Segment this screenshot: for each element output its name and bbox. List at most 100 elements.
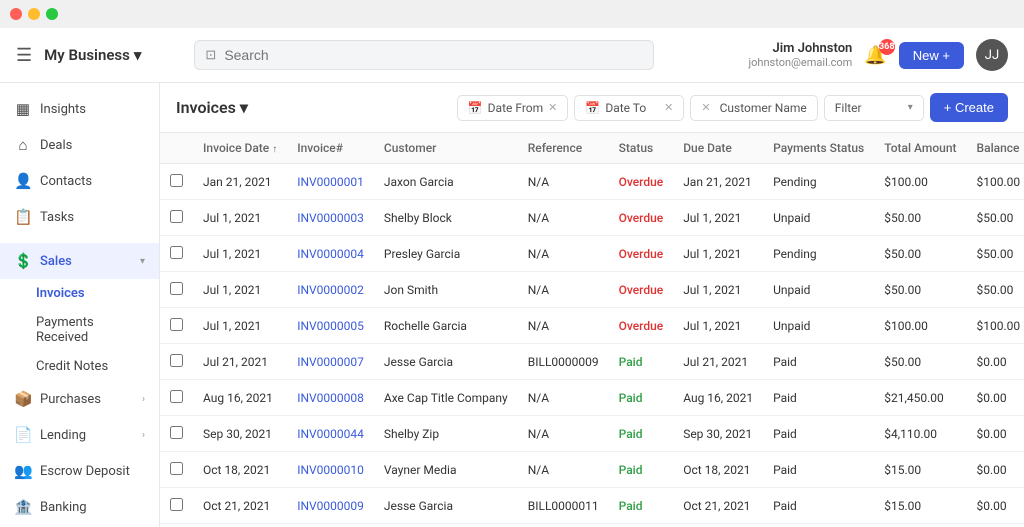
row-checkbox[interactable]	[170, 390, 183, 403]
brand[interactable]: My Business ▾	[44, 46, 141, 64]
cell-balance: $50.00	[967, 236, 1024, 272]
notification-badge: 368	[879, 39, 895, 55]
row-checkbox[interactable]	[170, 246, 183, 259]
deals-icon: ⌂	[14, 136, 32, 154]
sidebar-item-contacts[interactable]: 👤 Contacts	[0, 163, 159, 199]
date-to-clear-icon[interactable]: ✕	[664, 101, 673, 114]
row-checkbox[interactable]	[170, 174, 183, 187]
row-checkbox[interactable]	[170, 498, 183, 511]
col-customer[interactable]: Customer	[374, 133, 518, 164]
cell-invoice-num[interactable]: INV0000001	[287, 164, 374, 200]
row-checkbox-cell[interactable]	[160, 308, 193, 344]
cell-balance: $0.00	[967, 524, 1024, 527]
cell-invoice-num[interactable]: INV0000003	[287, 200, 374, 236]
minimize-button[interactable]	[28, 8, 40, 20]
date-from-clear-icon[interactable]: ✕	[548, 101, 557, 114]
customer-name-filter[interactable]: ✕ Customer Name	[690, 95, 817, 121]
cell-invoice-num[interactable]: INV0000002	[287, 272, 374, 308]
row-checkbox-cell[interactable]	[160, 236, 193, 272]
cell-status: Paid	[609, 380, 674, 416]
invoices-title[interactable]: Invoices ▾	[176, 98, 248, 117]
search-input[interactable]	[224, 47, 643, 63]
cell-invoice-num[interactable]: INV0000004	[287, 236, 374, 272]
filter-group: 📅 Date From ✕ 📅 Date To ✕ ✕ Customer Nam…	[457, 93, 1008, 122]
cell-due-date: Jul 1, 2021	[673, 308, 763, 344]
sidebar-item-banking[interactable]: 🏦 Banking	[0, 489, 159, 525]
sidebar-item-purchases[interactable]: 📦 Purchases ›	[0, 381, 159, 417]
row-checkbox-cell[interactable]	[160, 272, 193, 308]
cell-invoice-date: Oct 25, 2021	[193, 524, 287, 527]
cell-due-date: Aug 16, 2021	[673, 380, 763, 416]
filter-label: Filter	[835, 101, 862, 115]
table-row: Sep 30, 2021 INV0000044 Shelby Zip N/A P…	[160, 416, 1024, 452]
col-payment-status[interactable]: Payments Status	[763, 133, 874, 164]
col-invoice-date[interactable]: Invoice Date ↑	[193, 133, 287, 164]
cell-invoice-num[interactable]: INV0000044	[287, 416, 374, 452]
sidebar-item-sales[interactable]: 💲 Sales ▾	[0, 243, 159, 279]
cell-total-amount: $100.00	[874, 308, 966, 344]
cell-balance: $100.00	[967, 308, 1024, 344]
row-checkbox[interactable]	[170, 210, 183, 223]
maximize-button[interactable]	[46, 8, 58, 20]
sidebar-item-invoices[interactable]: Invoices	[36, 279, 159, 308]
cell-invoice-num[interactable]: INV0000007	[287, 344, 374, 380]
col-due-date[interactable]: Due Date	[673, 133, 763, 164]
row-checkbox-cell[interactable]	[160, 488, 193, 524]
cell-invoice-num[interactable]: INV0000005	[287, 308, 374, 344]
col-balance[interactable]: Balance	[967, 133, 1024, 164]
row-checkbox-cell[interactable]	[160, 452, 193, 488]
row-checkbox-cell[interactable]	[160, 200, 193, 236]
sidebar-item-insights[interactable]: ▦ Insights	[0, 91, 159, 127]
sidebar-item-tasks[interactable]: 📋 Tasks	[0, 199, 159, 235]
row-checkbox[interactable]	[170, 318, 183, 331]
row-checkbox-cell[interactable]	[160, 416, 193, 452]
sidebar-label-purchases: Purchases	[40, 392, 101, 407]
row-checkbox-cell[interactable]	[160, 524, 193, 527]
row-checkbox[interactable]	[170, 354, 183, 367]
sidebar-item-escrow[interactable]: 👥 Escrow Deposit	[0, 453, 159, 489]
sidebar-item-lending[interactable]: 📄 Lending ›	[0, 417, 159, 453]
col-status[interactable]: Status	[609, 133, 674, 164]
close-button[interactable]	[10, 8, 22, 20]
cell-invoice-num[interactable]: INV0000008	[287, 380, 374, 416]
sidebar-item-credit-notes[interactable]: Credit Notes	[36, 352, 159, 381]
cell-invoice-num[interactable]: INV0000011	[287, 524, 374, 527]
sidebar-item-payments[interactable]: Payments Received	[36, 308, 159, 352]
notification-area[interactable]: 🔔 368	[864, 45, 886, 66]
cell-reference: N/A	[518, 380, 609, 416]
avatar[interactable]: JJ	[976, 39, 1008, 71]
cell-invoice-date: Jul 1, 2021	[193, 236, 287, 272]
col-reference[interactable]: Reference	[518, 133, 609, 164]
col-invoice-num[interactable]: Invoice#	[287, 133, 374, 164]
new-button[interactable]: New +	[899, 42, 964, 69]
menu-icon[interactable]: ☰	[16, 45, 32, 66]
row-checkbox[interactable]	[170, 462, 183, 475]
sidebar: ▦ Insights ⌂ Deals 👤 Contacts 📋 Tasks 💲 …	[0, 83, 160, 527]
cell-invoice-date: Jul 1, 2021	[193, 272, 287, 308]
row-checkbox-cell[interactable]	[160, 164, 193, 200]
cell-total-amount: $50.00	[874, 272, 966, 308]
date-from-filter[interactable]: 📅 Date From ✕	[457, 95, 569, 121]
cell-balance: $0.00	[967, 488, 1024, 524]
cell-reference: BILL0000009	[518, 344, 609, 380]
search-bar[interactable]: ⊡	[194, 40, 654, 70]
row-checkbox-cell[interactable]	[160, 344, 193, 380]
sidebar-label-escrow: Escrow Deposit	[40, 464, 130, 479]
create-button[interactable]: + Create	[930, 93, 1008, 122]
row-checkbox[interactable]	[170, 282, 183, 295]
col-total-amount[interactable]: Total Amount	[874, 133, 966, 164]
date-to-filter[interactable]: 📅 Date To ✕	[574, 95, 684, 121]
row-checkbox-cell[interactable]	[160, 380, 193, 416]
table-row: Jul 1, 2021 INV0000005 Rochelle Garcia N…	[160, 308, 1024, 344]
cell-invoice-num[interactable]: INV0000009	[287, 488, 374, 524]
cell-invoice-num[interactable]: INV0000010	[287, 452, 374, 488]
customer-clear-icon[interactable]: ✕	[701, 101, 710, 114]
cell-due-date: Jul 21, 2021	[673, 344, 763, 380]
row-checkbox[interactable]	[170, 426, 183, 439]
filter-select[interactable]: Filter ▾	[824, 95, 924, 121]
sidebar-label-banking: Banking	[40, 500, 87, 515]
sidebar-item-deals[interactable]: ⌂ Deals	[0, 127, 159, 163]
sidebar-label-lending: Lending	[40, 428, 86, 443]
date-from-label: Date From	[488, 101, 543, 115]
table-row: Aug 16, 2021 INV0000008 Axe Cap Title Co…	[160, 380, 1024, 416]
